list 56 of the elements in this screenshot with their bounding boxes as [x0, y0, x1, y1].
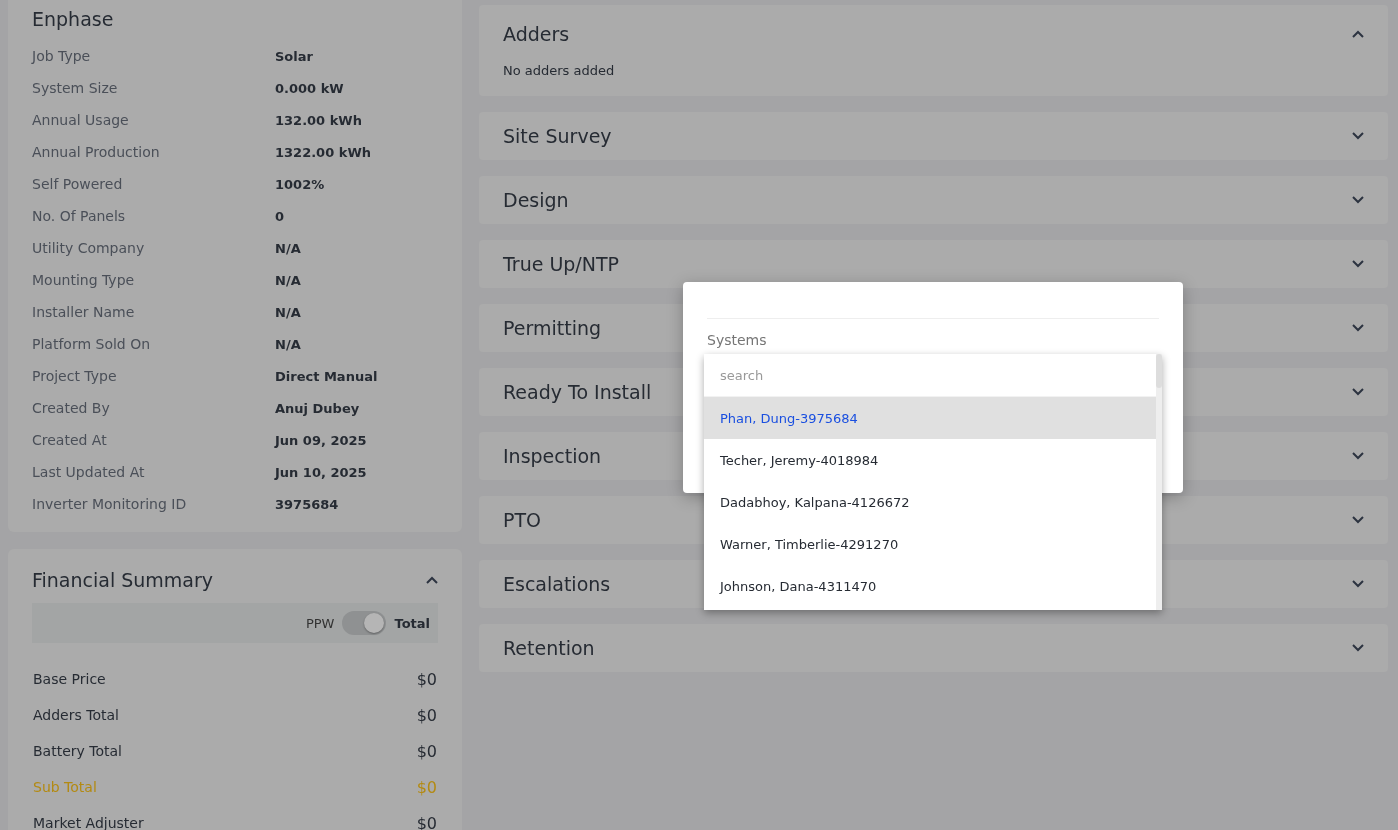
- field-label: Created By: [32, 400, 111, 416]
- field-value: 1002%: [275, 176, 325, 192]
- panel-title: Permitting: [503, 317, 601, 339]
- field-value: 132.00 kWh: [275, 112, 362, 128]
- panel-title: Retention: [503, 637, 595, 659]
- field-label: Project Type: [32, 368, 118, 384]
- panel-title: Inspection: [503, 445, 602, 467]
- field-label: Installer Name: [32, 304, 136, 320]
- summary-label: Base Price: [33, 671, 106, 687]
- toggle-label: Total: [394, 615, 430, 631]
- field-value: N/A: [275, 336, 301, 352]
- field-value: 0: [275, 208, 285, 224]
- panel-title: Adders: [503, 23, 570, 45]
- summary-value: $0: [416, 669, 437, 689]
- field-label: Job Type: [32, 48, 92, 64]
- panel-title: Ready To Install: [503, 381, 652, 403]
- field-value: Direct Manual: [275, 368, 378, 384]
- summary-value: $0: [416, 777, 437, 797]
- field-label: Utility Company: [32, 240, 146, 256]
- panel-title: Design: [503, 189, 569, 211]
- summary-value: $0: [416, 705, 437, 725]
- field-label: Inverter Monitoring ID: [32, 496, 188, 512]
- field-value: Jun 09, 2025: [275, 432, 367, 448]
- field-label: No. Of Panels: [32, 208, 127, 224]
- field-value: Solar: [275, 48, 313, 64]
- field-label: Mounting Type: [32, 272, 136, 288]
- panel-title: Escalations: [503, 573, 611, 595]
- field-label: Systems: [707, 332, 767, 348]
- field-label: Created At: [32, 432, 108, 448]
- summary-label: Adders Total: [33, 707, 119, 723]
- field-label: Self Powered: [32, 176, 124, 192]
- panel-title: PTO: [503, 509, 542, 531]
- summary-value: $0: [416, 741, 437, 761]
- field-value: 0.000 kW: [275, 80, 344, 96]
- field-value: N/A: [275, 272, 301, 288]
- summary-value: $0: [416, 813, 437, 830]
- panel-title: Site Survey: [503, 125, 612, 147]
- toggle-label: PPW: [305, 615, 335, 631]
- field-value: N/A: [275, 240, 301, 256]
- field-value: Anuj Dubey: [275, 400, 360, 416]
- field-label: Annual Production: [32, 144, 161, 160]
- summary-label: Market Adjuster: [33, 815, 144, 830]
- card-title: Enphase: [32, 8, 115, 30]
- panel-text: No adders added: [503, 63, 616, 80]
- field-value: Jun 10, 2025: [275, 464, 367, 480]
- summary-label: Battery Total: [33, 743, 122, 759]
- summary-label: Sub Total: [33, 779, 97, 795]
- field-label: Annual Usage: [32, 112, 130, 128]
- field-label: System Size: [32, 80, 119, 96]
- panel-title: True Up/NTP: [503, 253, 620, 275]
- field-value: 1322.00 kWh: [275, 144, 371, 160]
- field-value: N/A: [275, 304, 301, 320]
- card-title: Financial Summary: [32, 569, 214, 591]
- field-label: Last Updated At: [32, 464, 146, 480]
- field-label: Platform Sold On: [32, 336, 152, 352]
- field-value: 3975684: [275, 496, 339, 512]
